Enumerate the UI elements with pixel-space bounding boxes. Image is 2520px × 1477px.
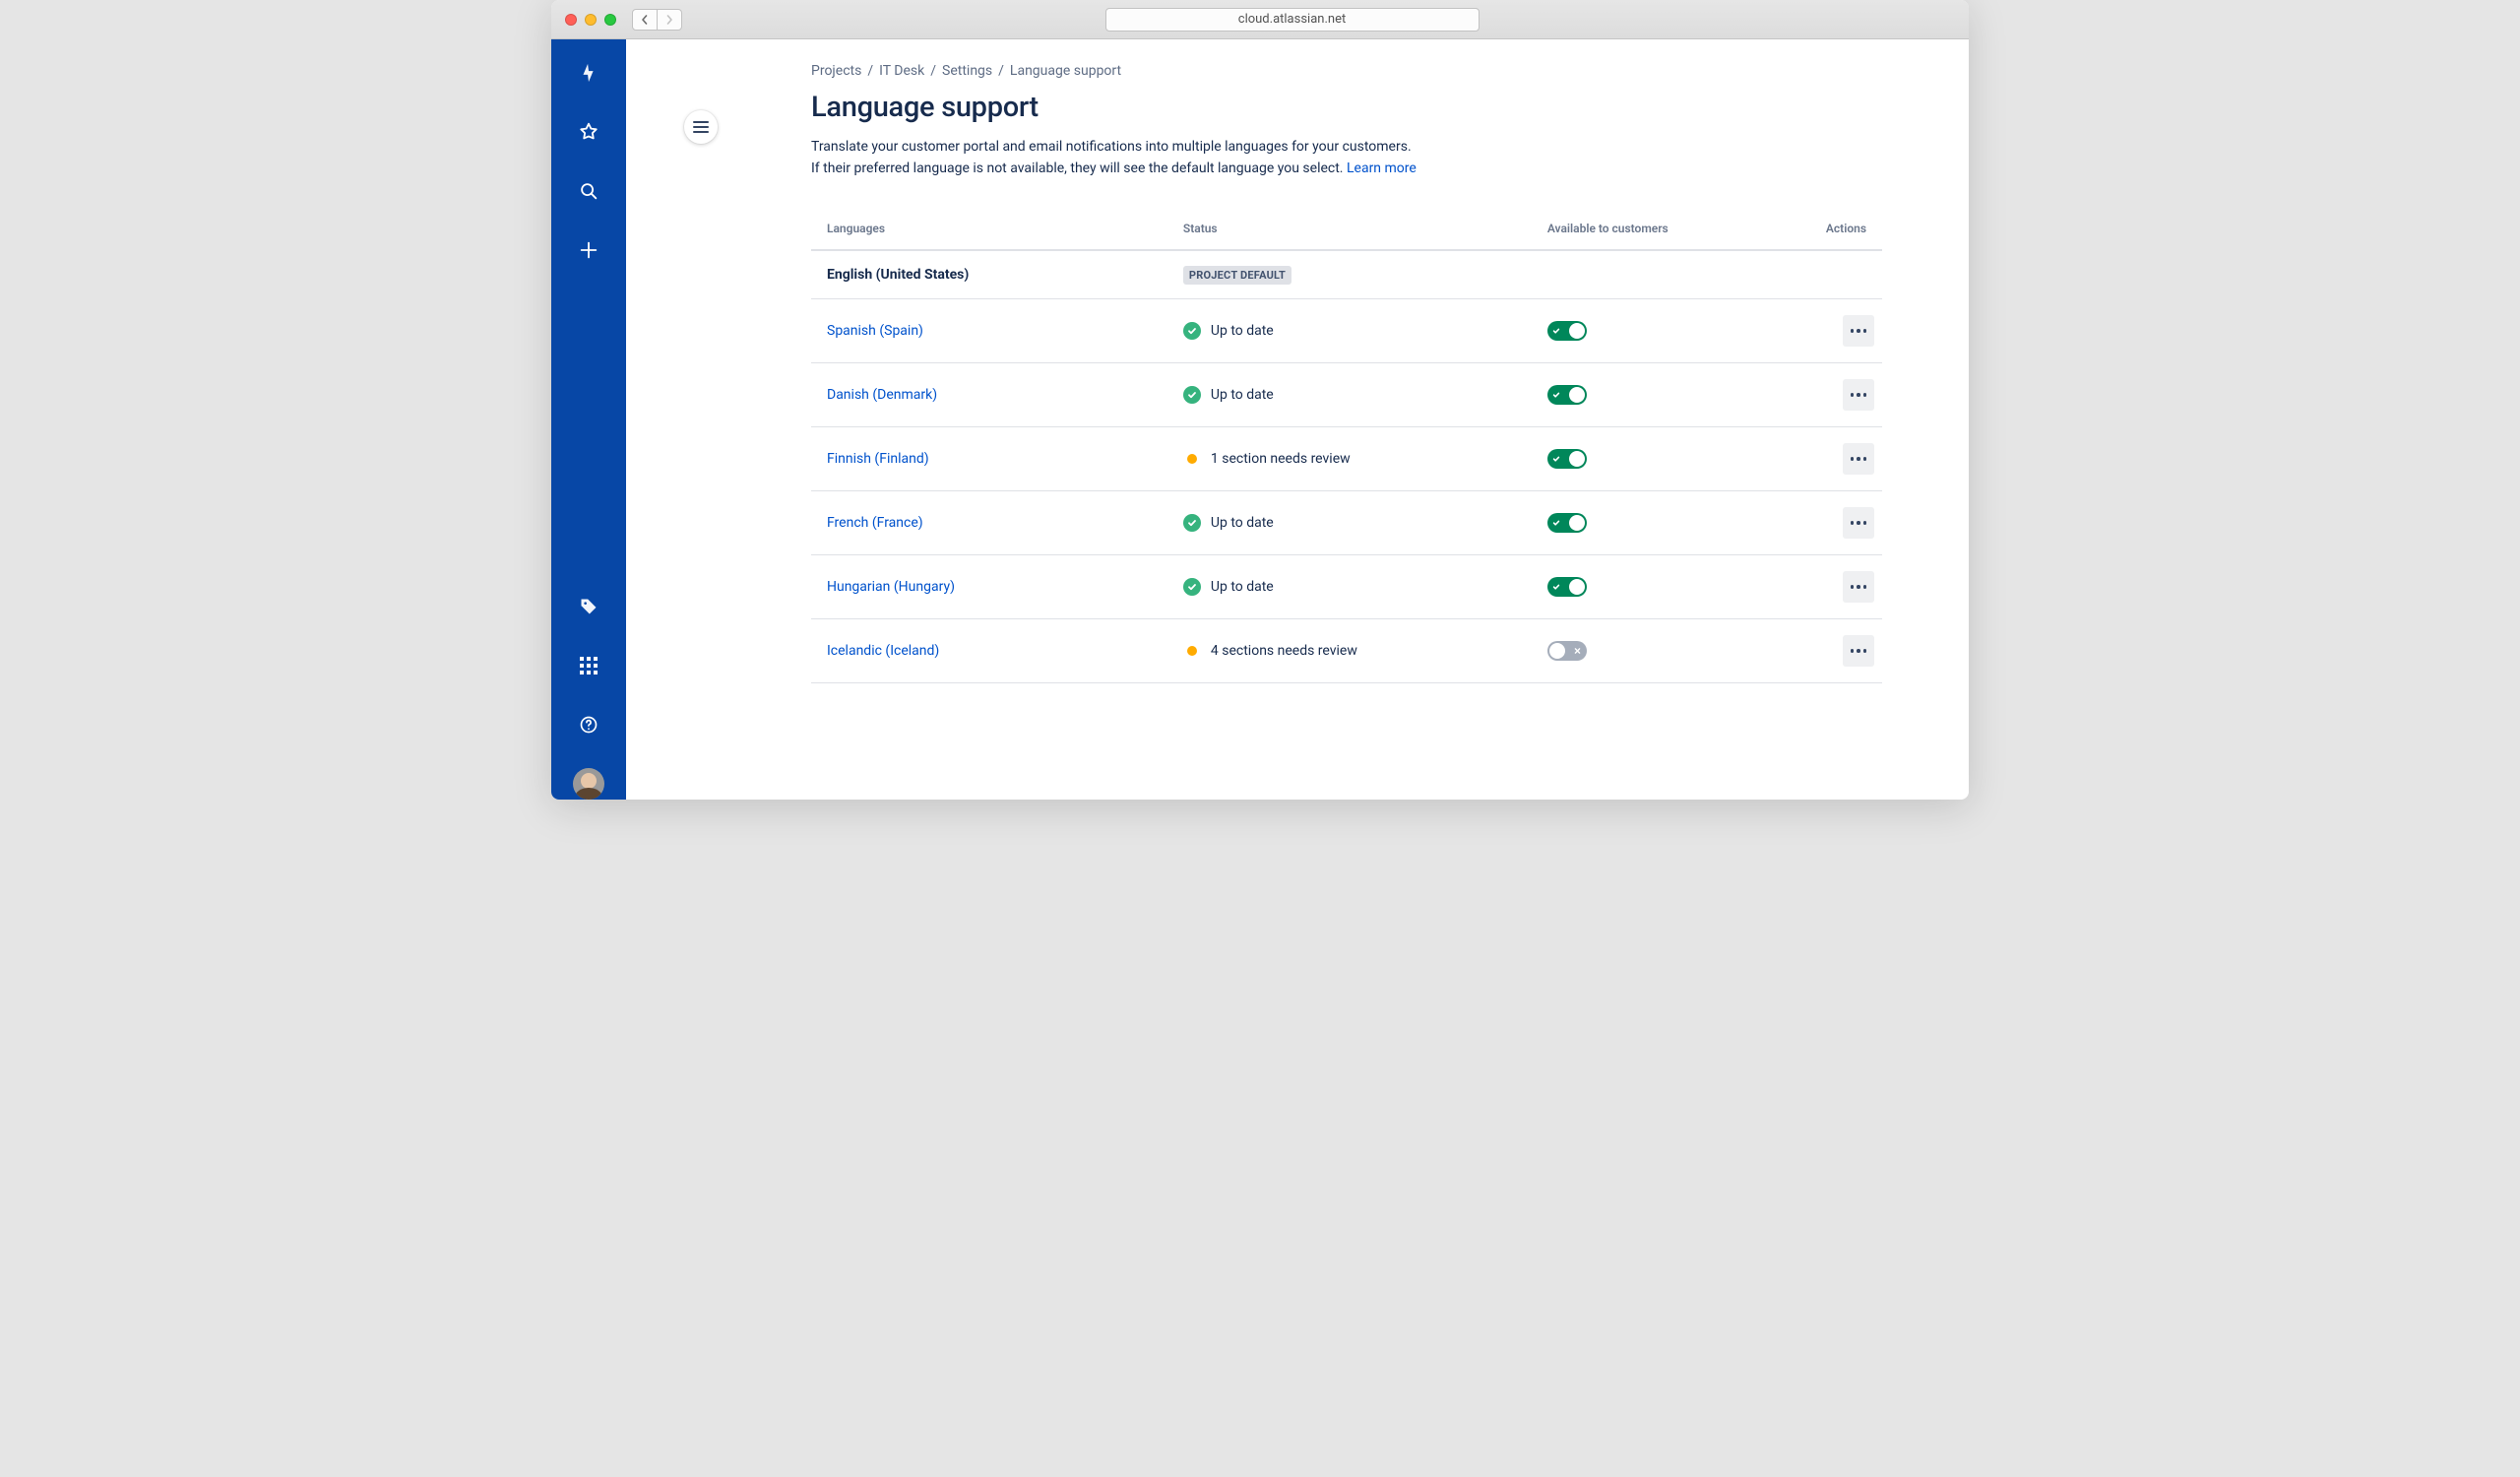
- breadcrumb-project[interactable]: IT Desk: [879, 63, 924, 79]
- maximize-window-button[interactable]: [604, 14, 616, 26]
- status-cell: 1 section needs review: [1183, 451, 1532, 467]
- back-button[interactable]: [632, 9, 658, 31]
- language-link[interactable]: Spanish (Spain): [827, 323, 923, 339]
- language-link[interactable]: Danish (Denmark): [827, 387, 937, 403]
- check-circle-icon: [1183, 386, 1201, 404]
- minimize-window-button[interactable]: [585, 14, 597, 26]
- breadcrumb: Projects / IT Desk / Settings / Language…: [811, 63, 1882, 79]
- col-actions: Actions: [1775, 222, 1882, 250]
- address-bar-text: cloud.atlassian.net: [1238, 12, 1346, 27]
- row-actions-button[interactable]: [1843, 635, 1874, 667]
- breadcrumb-current: Language support: [1010, 63, 1121, 79]
- breadcrumb-projects[interactable]: Projects: [811, 63, 861, 79]
- star-icon[interactable]: [573, 116, 604, 148]
- table-row: English (United States) PROJECT DEFAULT: [811, 250, 1882, 299]
- table-row: Hungarian (Hungary) Up to date: [811, 554, 1882, 618]
- table-row: Finnish (Finland) 1 section needs review: [811, 426, 1882, 490]
- status-cell: 4 sections needs review: [1183, 643, 1532, 659]
- col-status: Status: [1175, 222, 1540, 250]
- window-controls: [565, 14, 616, 26]
- sidebar-toggle-button[interactable]: [684, 110, 718, 144]
- status-text: Up to date: [1211, 387, 1274, 403]
- row-actions-button[interactable]: [1843, 315, 1874, 347]
- tag-icon[interactable]: [573, 591, 604, 622]
- table-row: French (France) Up to date: [811, 490, 1882, 554]
- status-cell: Up to date: [1183, 514, 1532, 532]
- status-text: 4 sections needs review: [1211, 643, 1357, 659]
- check-circle-icon: [1183, 514, 1201, 532]
- language-link[interactable]: Hungarian (Hungary): [827, 579, 955, 595]
- global-nav-rail: [551, 39, 626, 800]
- status-text: Up to date: [1211, 579, 1274, 595]
- browser-titlebar: cloud.atlassian.net: [551, 0, 1969, 39]
- availability-toggle[interactable]: [1547, 321, 1587, 341]
- status-cell: Up to date: [1183, 386, 1532, 404]
- language-link[interactable]: Icelandic (Iceland): [827, 643, 939, 659]
- language-link[interactable]: Finnish (Finland): [827, 451, 929, 467]
- close-window-button[interactable]: [565, 14, 577, 26]
- availability-toggle[interactable]: [1547, 577, 1587, 597]
- status-text: Up to date: [1211, 515, 1274, 531]
- search-icon[interactable]: [573, 175, 604, 207]
- availability-toggle[interactable]: [1547, 385, 1587, 405]
- status-cell: Up to date: [1183, 322, 1532, 340]
- address-bar[interactable]: cloud.atlassian.net: [1105, 8, 1480, 32]
- warning-dot-icon: [1187, 646, 1197, 656]
- row-actions-button[interactable]: [1843, 571, 1874, 603]
- languages-table: Languages Status Available to customers …: [811, 222, 1882, 683]
- profile-avatar[interactable]: [573, 768, 604, 800]
- availability-toggle[interactable]: [1547, 449, 1587, 469]
- warning-dot-icon: [1187, 454, 1197, 464]
- hamburger-icon: [693, 121, 709, 133]
- project-default-badge: PROJECT DEFAULT: [1183, 266, 1292, 285]
- col-languages: Languages: [811, 222, 1175, 250]
- col-available: Available to customers: [1540, 222, 1775, 250]
- learn-more-link[interactable]: Learn more: [1347, 161, 1417, 176]
- availability-toggle[interactable]: [1547, 641, 1587, 661]
- create-icon[interactable]: [573, 234, 604, 266]
- page-description: Translate your customer portal and email…: [811, 136, 1882, 180]
- status-text: 1 section needs review: [1211, 451, 1351, 467]
- status-text: Up to date: [1211, 323, 1274, 339]
- row-actions-button[interactable]: [1843, 507, 1874, 539]
- status-cell: Up to date: [1183, 578, 1532, 596]
- product-logo-icon[interactable]: [573, 57, 604, 89]
- table-row: Icelandic (Iceland) 4 sections needs rev…: [811, 618, 1882, 682]
- help-icon[interactable]: [573, 709, 604, 740]
- table-row: Danish (Denmark) Up to date: [811, 362, 1882, 426]
- availability-toggle[interactable]: [1547, 513, 1587, 533]
- forward-button[interactable]: [657, 9, 682, 31]
- language-name: English (United States): [811, 250, 1175, 299]
- row-actions-button[interactable]: [1843, 379, 1874, 411]
- page-title: Language support: [811, 91, 1882, 124]
- breadcrumb-settings[interactable]: Settings: [942, 63, 992, 79]
- status-cell: PROJECT DEFAULT: [1175, 250, 1540, 299]
- check-circle-icon: [1183, 578, 1201, 596]
- language-link[interactable]: French (France): [827, 515, 923, 531]
- check-circle-icon: [1183, 322, 1201, 340]
- table-row: Spanish (Spain) Up to date: [811, 298, 1882, 362]
- app-switcher-icon[interactable]: [573, 650, 604, 681]
- row-actions-button[interactable]: [1843, 443, 1874, 475]
